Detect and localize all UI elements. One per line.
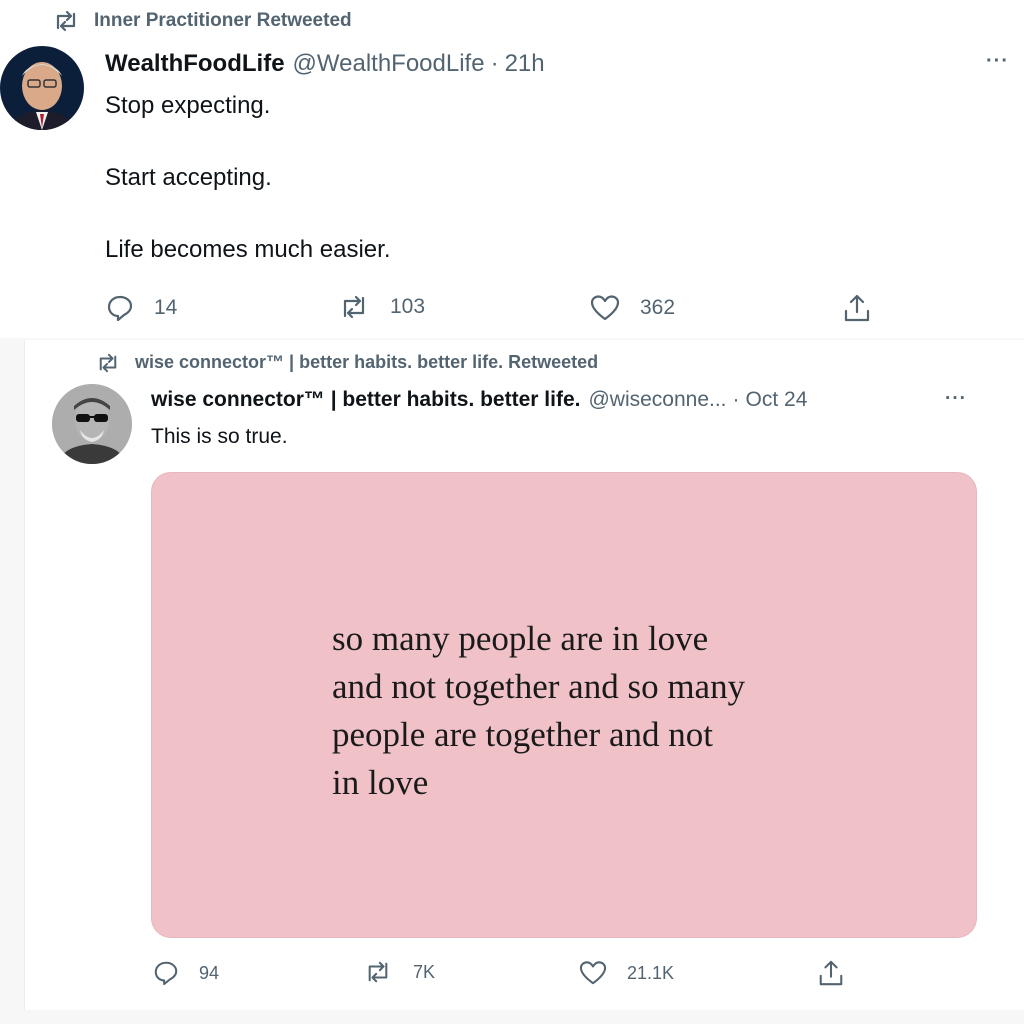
media-quote-line: people are together and not [332, 715, 713, 754]
separator-dot: · [490, 50, 499, 77]
more-options-icon[interactable]: ··· [986, 50, 1009, 73]
tweet-header: wise connector™ | better habits. better … [151, 388, 807, 412]
tweet-text-line: This is so true. [151, 425, 288, 448]
retweet-count: 103 [390, 295, 426, 318]
retweet-count: 7K [413, 961, 436, 982]
retweet-button[interactable]: 7K [363, 960, 435, 984]
retweet-button[interactable]: 103 [338, 294, 425, 320]
tweet-time[interactable]: Oct 24 [746, 388, 808, 412]
media-quote-line: and not together and so many [332, 667, 746, 706]
retweet-icon [368, 961, 388, 983]
retweeted-by-text: Inner Practitioner Retweeted [94, 10, 352, 31]
tweet-header: WealthFoodLife @WealthFoodLife · 21h [105, 50, 545, 78]
more-options-icon[interactable]: ··· [945, 388, 967, 410]
like-count: 362 [640, 296, 676, 319]
heart-icon [590, 295, 620, 321]
tweet-media-image[interactable]: so many people are in love and not toget… [151, 472, 977, 938]
separator-dot: · [732, 388, 740, 411]
reply-count: 14 [154, 296, 178, 319]
share-button[interactable] [842, 292, 892, 324]
reply-icon [154, 961, 178, 986]
media-quote-line: in love [332, 763, 429, 802]
tweet-wealthfoodlife[interactable]: Inner Practitioner Retweeted WealthFoodL… [0, 0, 1024, 338]
avatar-image [52, 384, 132, 464]
tweet-wiseconnector[interactable]: wise connector™ | better habits. better … [24, 340, 1024, 1010]
author-handle[interactable]: @wiseconne... [588, 388, 726, 412]
retweet-context[interactable]: wise connector™ | better habits. better … [95, 352, 598, 373]
share-icon [819, 960, 843, 986]
reply-button[interactable]: 94 [153, 960, 219, 986]
tweet-time[interactable]: 21h [505, 50, 545, 78]
retweeted-by-text: wise connector™ | better habits. better … [135, 352, 599, 372]
avatar[interactable] [52, 384, 132, 464]
like-button[interactable]: 21.1K [579, 960, 674, 986]
retweet-icon [99, 353, 117, 372]
retweet-icon [343, 295, 365, 319]
like-count: 21.1K [627, 962, 675, 983]
avatar-image [0, 46, 84, 130]
tweet-text-line: Stop expecting. [105, 92, 271, 119]
author-handle[interactable]: @WealthFoodLife [293, 50, 485, 78]
retweet-context[interactable]: Inner Practitioner Retweeted [52, 10, 352, 32]
author-name[interactable]: wise connector™ | better habits. better … [151, 388, 580, 412]
media-quote-line: so many people are in love [332, 619, 709, 658]
like-button[interactable]: 362 [590, 294, 675, 322]
reply-count: 94 [199, 962, 220, 983]
reply-button[interactable]: 14 [106, 294, 177, 322]
tweet-text-line: Start accepting. [105, 164, 272, 191]
heart-icon [579, 961, 607, 985]
share-icon [844, 294, 870, 322]
share-button[interactable] [817, 958, 865, 988]
retweet-icon [56, 10, 76, 32]
reply-icon [107, 295, 133, 322]
author-name[interactable]: WealthFoodLife [105, 50, 285, 78]
avatar[interactable] [0, 46, 84, 130]
tweet-text-line: Life becomes much easier. [105, 236, 391, 263]
